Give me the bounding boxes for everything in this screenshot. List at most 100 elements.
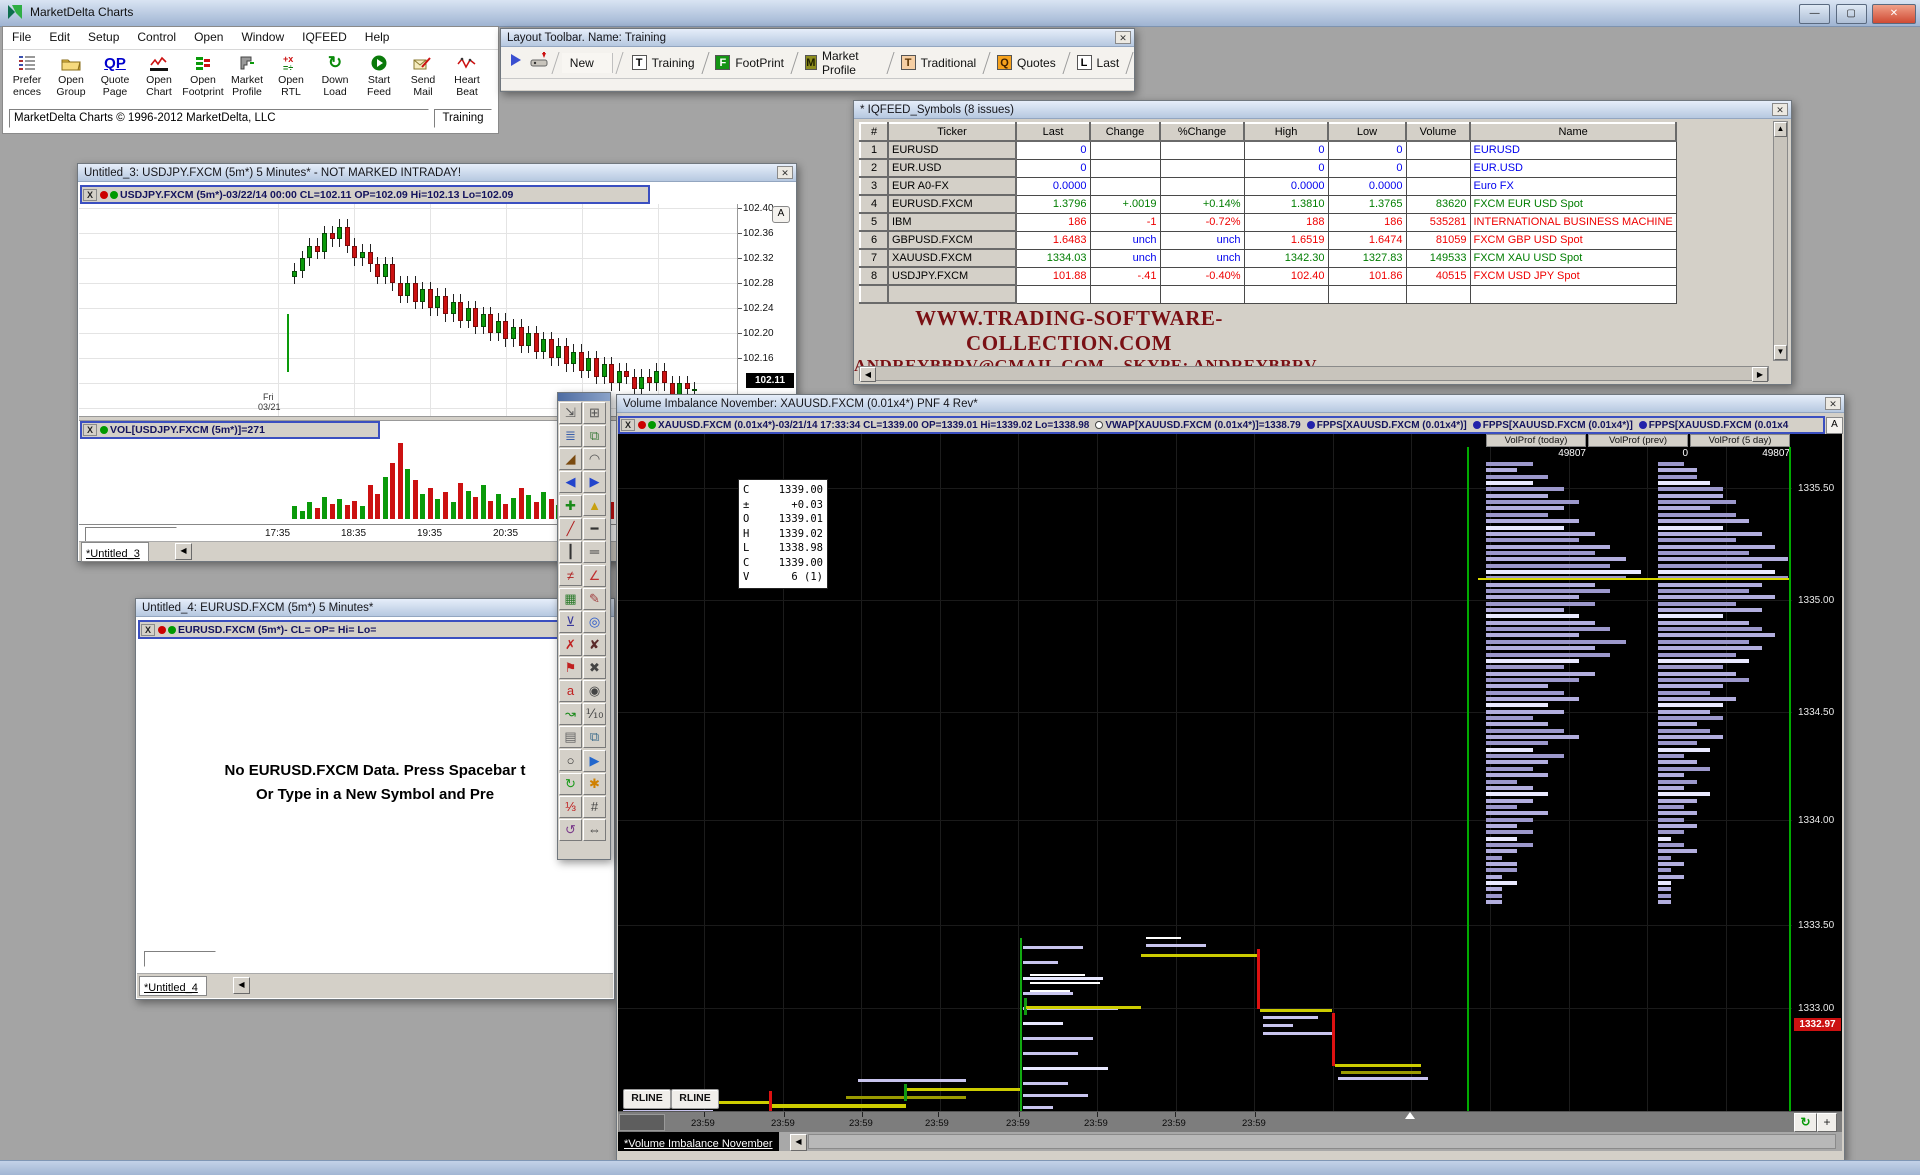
- tab-scroll-left-icon[interactable]: ◀: [790, 1134, 807, 1151]
- palette-tool-icon-36[interactable]: ↺: [559, 819, 582, 841]
- rline-button[interactable]: RLINE: [623, 1089, 671, 1109]
- palette-tool-icon-17[interactable]: ✎: [583, 588, 606, 610]
- new-layout-button[interactable]: New: [562, 53, 613, 73]
- untitled3-autoscale-button[interactable]: A: [772, 206, 790, 223]
- layout-chip-training[interactable]: TTraining: [628, 54, 699, 71]
- rline-button[interactable]: RLINE: [671, 1089, 719, 1109]
- column-header-change[interactable]: Change: [1090, 123, 1160, 141]
- palette-tool-icon-0[interactable]: ⇲: [559, 402, 582, 424]
- column-header-n[interactable]: #: [860, 123, 888, 141]
- send-mail-button[interactable]: SendMail: [401, 50, 445, 98]
- maximize-button[interactable]: ▢: [1836, 4, 1867, 24]
- row-number[interactable]: 4: [860, 195, 888, 213]
- palette-tool-icon-22[interactable]: ⚑: [559, 657, 582, 679]
- app-titlebar[interactable]: MarketDelta Charts — ▢ ✕: [0, 0, 1920, 27]
- down-load-button[interactable]: ↻DownLoad: [313, 50, 357, 98]
- scroll-up-icon[interactable]: ▲: [1774, 122, 1787, 137]
- ticker-cell[interactable]: XAUUSD.FXCM: [888, 249, 1016, 267]
- ticker-cell[interactable]: IBM: [888, 213, 1016, 231]
- layout-chip-market-profile[interactable]: MMarket Profile: [801, 48, 884, 78]
- open-footprint-button[interactable]: OpenFootprint: [181, 50, 225, 98]
- palette-tool-icon-4[interactable]: ◢: [559, 448, 582, 470]
- legend-close-icon[interactable]: X: [141, 624, 155, 636]
- layout-chip-quotes[interactable]: QQuotes: [993, 54, 1060, 71]
- tab-untitled4[interactable]: *Untitled_4: [139, 976, 207, 996]
- ticker-cell[interactable]: EURUSD: [888, 141, 1016, 159]
- open-group-button[interactable]: OpenGroup: [49, 50, 93, 98]
- legend-close-icon[interactable]: X: [83, 189, 97, 201]
- market-profile-button[interactable]: MarketProfile: [225, 50, 269, 98]
- palette-tool-icon-20[interactable]: ✗: [559, 634, 582, 656]
- save-layout-icon[interactable]: [523, 52, 549, 73]
- column-header-high[interactable]: High: [1244, 123, 1328, 141]
- palette-tool-icon-26[interactable]: ↝: [559, 703, 582, 725]
- refresh-button[interactable]: ↻: [1794, 1113, 1817, 1132]
- minimize-button[interactable]: —: [1799, 4, 1830, 24]
- scroll-right-icon[interactable]: ▶: [1752, 367, 1768, 382]
- ticker-cell[interactable]: EURUSD.FXCM: [888, 195, 1016, 213]
- untitled3-close-icon[interactable]: ✕: [777, 166, 793, 179]
- scroll-down-icon[interactable]: ▼: [1774, 345, 1787, 360]
- column-header-last[interactable]: Last: [1016, 123, 1090, 141]
- layout-toolbar-titlebar[interactable]: Layout Toolbar. Name: Training: [501, 29, 1134, 47]
- palette-tool-icon-13[interactable]: ═: [583, 541, 606, 563]
- iqfeed-vscrollbar[interactable]: ▲ ▼: [1773, 121, 1788, 361]
- palette-tool-icon-19[interactable]: ◎: [583, 611, 606, 633]
- row-number[interactable]: 5: [860, 213, 888, 231]
- vimb-close-icon[interactable]: ✕: [1825, 397, 1841, 410]
- palette-tool-icon-37[interactable]: ⇔: [583, 819, 606, 841]
- empty-cell[interactable]: [860, 285, 888, 303]
- column-header-nchange[interactable]: %Change: [1160, 123, 1244, 141]
- layout-chip-footprint[interactable]: FFootPrint: [711, 54, 788, 71]
- untitled4-titlebar[interactable]: Untitled_4: EURUSD.FXCM (5m*) 5 Minutes*: [136, 599, 614, 617]
- ticker-cell[interactable]: EUR A0-FX: [888, 177, 1016, 195]
- column-header-volume[interactable]: Volume: [1406, 123, 1470, 141]
- iqfeed-close-icon[interactable]: ✕: [1772, 103, 1788, 116]
- row-number[interactable]: 2: [860, 159, 888, 177]
- palette-tool-icon-35[interactable]: #: [583, 796, 606, 818]
- start-feed-button[interactable]: StartFeed: [357, 50, 401, 98]
- menu-control[interactable]: Control: [128, 27, 185, 47]
- palette-tool-icon-15[interactable]: ∠: [583, 565, 606, 587]
- column-header-ticker[interactable]: Ticker: [888, 123, 1016, 141]
- palette-tool-icon-10[interactable]: ╱: [559, 518, 582, 540]
- palette-tool-icon-31[interactable]: ▶: [583, 750, 606, 772]
- menu-file[interactable]: File: [3, 27, 40, 47]
- column-header-low[interactable]: Low: [1328, 123, 1406, 141]
- palette-tool-icon-27[interactable]: ⅒: [583, 703, 606, 725]
- menu-open[interactable]: Open: [185, 27, 232, 47]
- palette-tool-icon-12[interactable]: ┃: [559, 541, 582, 563]
- quote-page-button[interactable]: QPQuotePage: [93, 50, 137, 98]
- close-button[interactable]: ✕: [1872, 4, 1916, 24]
- vimb-titlebar[interactable]: Volume Imbalance November: XAUUSD.FXCM (…: [617, 395, 1844, 413]
- vimb-autoscale-button[interactable]: A: [1826, 417, 1843, 434]
- ticker-cell[interactable]: USDJPY.FXCM: [888, 267, 1016, 285]
- legend-close-icon[interactable]: X: [83, 424, 97, 436]
- tab-scroll-left-icon[interactable]: ◀: [233, 977, 250, 994]
- palette-tool-icon-30[interactable]: ○: [559, 749, 582, 771]
- vimb-hscrollbar[interactable]: [808, 1134, 1836, 1149]
- palette-tool-icon-18[interactable]: ⊻: [559, 611, 582, 633]
- layout-toolbar-close-icon[interactable]: ✕: [1115, 31, 1131, 44]
- palette-tool-icon-5[interactable]: ◠: [583, 448, 606, 470]
- palette-tool-icon-11[interactable]: ━: [583, 518, 606, 540]
- ticker-cell[interactable]: EUR.USD: [888, 159, 1016, 177]
- tab-untitled3[interactable]: *Untitled_3: [81, 542, 149, 562]
- palette-tool-icon-7[interactable]: ▶: [583, 471, 606, 493]
- palette-tool-icon-8[interactable]: ✚: [559, 495, 582, 517]
- prefer-ences-button[interactable]: Preferences: [5, 50, 49, 98]
- palette-tool-icon-28[interactable]: ▤: [559, 726, 582, 748]
- zoom-plus-button[interactable]: +: [1817, 1113, 1837, 1132]
- palette-tool-icon-3[interactable]: ⧉: [583, 425, 606, 447]
- play-layout-icon[interactable]: [509, 53, 523, 72]
- tab-scroll-left-icon[interactable]: ◀: [175, 543, 192, 560]
- palette-tool-icon-32[interactable]: ↻: [559, 773, 582, 795]
- menu-window[interactable]: Window: [232, 27, 293, 47]
- palette-tool-icon-1[interactable]: ⊞: [583, 402, 606, 424]
- menu-help[interactable]: Help: [356, 27, 399, 47]
- menu-setup[interactable]: Setup: [79, 27, 128, 47]
- scroll-left-icon[interactable]: ◀: [860, 367, 876, 382]
- layout-chip-last[interactable]: LLast: [1073, 54, 1124, 71]
- iqfeed-titlebar[interactable]: * IQFEED_Symbols (8 issues): [854, 101, 1791, 119]
- heart-beat-button[interactable]: HeartBeat: [445, 50, 489, 98]
